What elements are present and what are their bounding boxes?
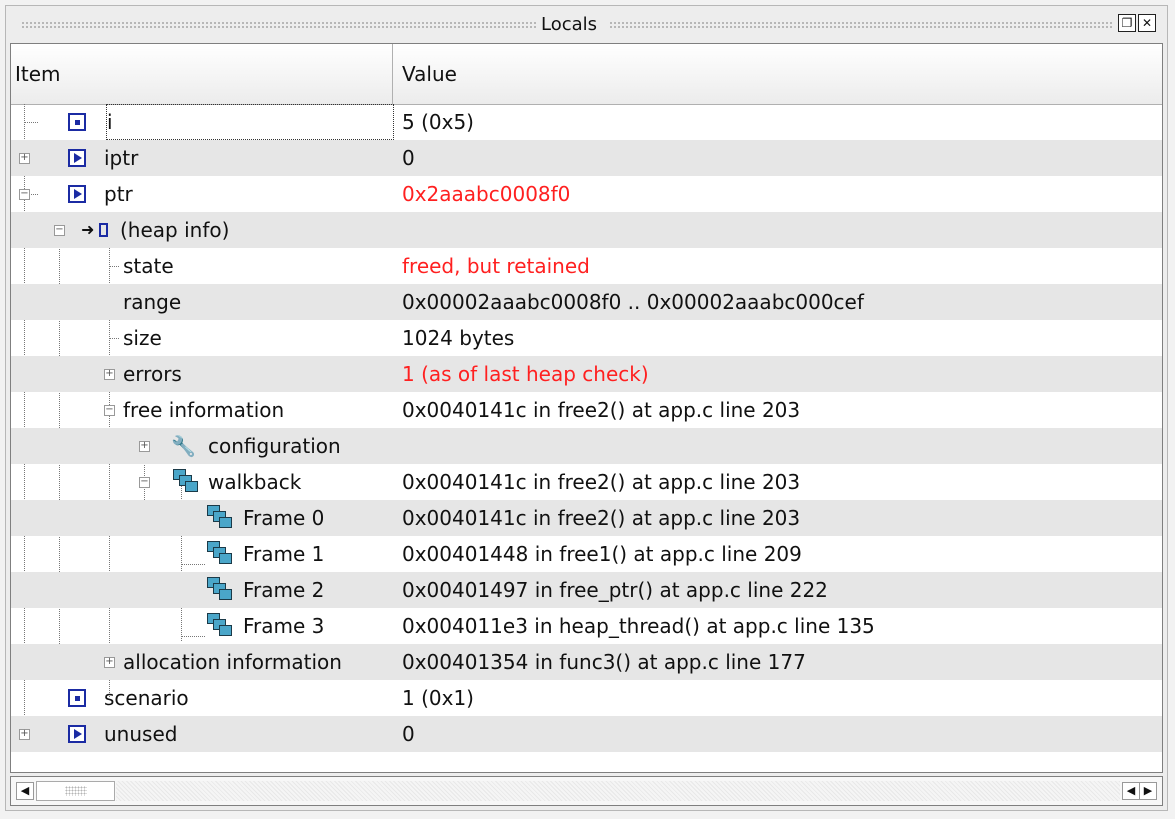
expand-icon[interactable]: + <box>139 441 150 452</box>
tree-row-scenario[interactable]: scenario 1 (0x1) <box>11 680 1162 716</box>
scroll-left-icon[interactable]: ◀ <box>16 782 34 800</box>
titlebar-grip-right <box>609 21 1114 29</box>
tree-row-frame-3[interactable]: Frame 3 0x004011e3 in heap_thread() at a… <box>11 608 1162 644</box>
row-value: freed, but retained <box>402 254 590 278</box>
row-value: 0x00401448 in free1() at app.c line 209 <box>402 542 802 566</box>
heap-info-icon: ➜ <box>81 220 115 240</box>
row-label: range <box>123 290 182 314</box>
locals-tree[interactable]: Item Value i 5 (0x5) + iptr 0 − ptr 0x2a… <box>10 43 1163 773</box>
row-label: scenario <box>104 686 189 710</box>
row-value: 1024 bytes <box>402 326 515 350</box>
row-label: allocation information <box>123 650 342 674</box>
row-value: 0x00401354 in func3() at app.c line 177 <box>402 650 806 674</box>
column-header-item[interactable]: Item <box>11 44 393 104</box>
row-value: 5 (0x5) <box>402 110 474 134</box>
row-value: 0x00401497 in free_ptr() at app.c line 2… <box>402 578 828 602</box>
row-label: walkback <box>208 470 302 494</box>
row-value: 0x0040141c in free2() at app.c line 203 <box>402 506 801 530</box>
pointer-icon <box>68 725 86 743</box>
tree-row-frame-2[interactable]: Frame 2 0x00401497 in free_ptr() at app.… <box>11 572 1162 608</box>
scrollbar-thumb[interactable] <box>36 781 115 801</box>
row-value: 1 (0x1) <box>402 686 474 710</box>
collapse-icon[interactable]: − <box>104 405 115 416</box>
stack-frame-icon <box>207 577 233 603</box>
row-label: free information <box>123 398 285 422</box>
row-value: 0x0040141c in free2() at app.c line 203 <box>402 398 801 422</box>
horizontal-scrollbar[interactable]: ◀ ◀ ▶ <box>10 776 1163 806</box>
tree-row-size[interactable]: size 1024 bytes <box>11 320 1162 356</box>
tree-row-frame-0[interactable]: Frame 0 0x0040141c in free2() at app.c l… <box>11 500 1162 536</box>
expand-icon[interactable]: + <box>19 729 30 740</box>
tree-row-state[interactable]: state freed, but retained <box>11 248 1162 284</box>
tree-header: Item Value <box>11 44 1162 105</box>
stack-icon <box>173 469 199 495</box>
row-value: 0x00002aaabc0008f0 .. 0x00002aaabc000cef <box>402 290 864 314</box>
row-label: size <box>123 326 162 350</box>
tree-row-walkback[interactable]: − walkback 0x0040141c in free2() at app.… <box>11 464 1162 500</box>
row-label: configuration <box>208 434 341 458</box>
tree-row-iptr[interactable]: + iptr 0 <box>11 140 1162 176</box>
variable-icon <box>68 113 86 131</box>
collapse-icon[interactable]: − <box>139 477 150 488</box>
tree-row-free-information[interactable]: − free information 0x0040141c in free2()… <box>11 392 1162 428</box>
expand-icon[interactable]: + <box>104 657 115 668</box>
row-label: iptr <box>104 146 139 170</box>
wrench-icon: 🔧 <box>171 434 196 458</box>
tree-row-configuration[interactable]: + 🔧 configuration <box>11 428 1162 464</box>
row-value: 0 <box>402 146 415 170</box>
expand-icon[interactable]: + <box>19 153 30 164</box>
row-value: 1 (as of last heap check) <box>402 362 649 386</box>
stack-frame-icon <box>207 613 233 639</box>
row-value: 0 <box>402 722 415 746</box>
tree-row-allocation-information[interactable]: + allocation information 0x00401354 in f… <box>11 644 1162 680</box>
row-value: 0x0040141c in free2() at app.c line 203 <box>402 470 801 494</box>
row-value: 0x2aaabc0008f0 <box>402 182 571 206</box>
row-label: Frame 0 <box>243 506 325 530</box>
pointer-icon <box>68 185 86 203</box>
row-label: Frame 2 <box>243 578 325 602</box>
row-label: unused <box>104 722 178 746</box>
stack-frame-icon <box>207 541 233 567</box>
panel-titlebar[interactable]: Locals ❐ ✕ <box>6 6 1167 43</box>
tree-row-frame-1[interactable]: Frame 1 0x00401448 in free1() at app.c l… <box>11 536 1162 572</box>
column-header-value[interactable]: Value <box>393 44 1162 104</box>
row-label: Frame 1 <box>243 542 325 566</box>
scrollbar-track[interactable] <box>116 781 1120 801</box>
row-label: Frame 3 <box>243 614 325 638</box>
close-icon[interactable]: ✕ <box>1138 14 1156 32</box>
scroll-left-end-icon[interactable]: ◀ <box>1122 782 1140 800</box>
titlebar-grip-left <box>21 21 537 29</box>
tree-row-errors[interactable]: + errors 1 (as of last heap check) <box>11 356 1162 392</box>
row-value: 0x004011e3 in heap_thread() at app.c lin… <box>402 614 875 638</box>
row-label: state <box>123 254 174 278</box>
row-label: errors <box>123 362 182 386</box>
expand-icon[interactable]: + <box>104 369 115 380</box>
restore-icon[interactable]: ❐ <box>1118 14 1136 32</box>
variable-icon <box>68 689 86 707</box>
collapse-icon[interactable]: − <box>54 225 65 236</box>
panel-title: Locals <box>541 14 598 35</box>
locals-panel: Locals ❐ ✕ Item Value i 5 (0x5) + iptr 0… <box>5 5 1168 811</box>
stack-frame-icon <box>207 505 233 531</box>
pointer-icon <box>68 149 86 167</box>
tree-row-ptr[interactable]: − ptr 0x2aaabc0008f0 <box>11 176 1162 212</box>
scroll-right-icon[interactable]: ▶ <box>1139 782 1157 800</box>
tree-row-i[interactable]: i 5 (0x5) <box>11 104 1162 140</box>
row-label: ptr <box>104 182 133 206</box>
collapse-icon[interactable]: − <box>19 189 30 200</box>
row-label: (heap info) <box>120 218 230 242</box>
tree-row-heap-info[interactable]: − ➜ (heap info) <box>11 212 1162 248</box>
tree-row-range[interactable]: range 0x00002aaabc0008f0 .. 0x00002aaabc… <box>11 284 1162 320</box>
tree-row-unused[interactable]: + unused 0 <box>11 716 1162 752</box>
row-label: i <box>106 104 394 140</box>
